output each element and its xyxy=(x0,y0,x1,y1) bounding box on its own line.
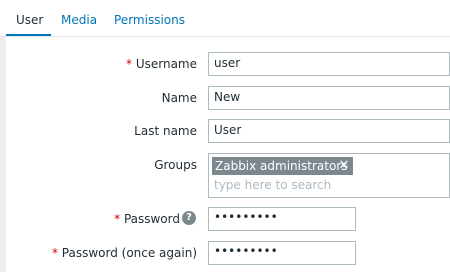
tab-bar: User Media Permissions xyxy=(0,0,450,37)
group-chip: Zabbix administrators ✕ xyxy=(212,157,353,175)
username-label-text: Username xyxy=(135,57,197,71)
tab-media[interactable]: Media xyxy=(61,0,97,37)
password-label: * Password xyxy=(114,212,180,226)
groups-search-input[interactable]: type here to search xyxy=(214,177,444,193)
password-again-input[interactable]: ••••••••• xyxy=(208,241,356,265)
required-mark: * xyxy=(126,57,132,71)
name-input[interactable]: New xyxy=(208,86,450,110)
required-mark: * xyxy=(114,212,121,226)
remove-icon[interactable]: ✕ xyxy=(338,157,350,175)
groups-multiselect[interactable]: Zabbix administrators ✕ type here to sea… xyxy=(208,153,450,198)
password-again-label-text: Password (once again) xyxy=(61,246,197,260)
tab-user[interactable]: User xyxy=(16,0,43,37)
required-mark: * xyxy=(51,246,58,260)
help-icon[interactable]: ? xyxy=(182,211,196,225)
user-form-page: User Media Permissions * Username user N… xyxy=(0,0,450,272)
tab-permissions[interactable]: Permissions xyxy=(114,0,185,37)
last-name-label: Last name xyxy=(134,124,197,138)
password-input[interactable]: ••••••••• xyxy=(208,207,356,231)
username-label: * Username xyxy=(126,57,197,71)
name-label: Name xyxy=(161,91,197,105)
username-input[interactable]: user xyxy=(208,52,450,76)
password-again-label: * Password (once again) xyxy=(52,246,197,260)
password-label-text: Password xyxy=(123,212,180,226)
last-name-input[interactable]: User xyxy=(208,119,450,143)
user-form: * Username user Name New Last name User … xyxy=(6,37,450,272)
groups-label: Groups xyxy=(154,158,197,172)
group-chip-label: Zabbix administrators xyxy=(215,159,348,173)
